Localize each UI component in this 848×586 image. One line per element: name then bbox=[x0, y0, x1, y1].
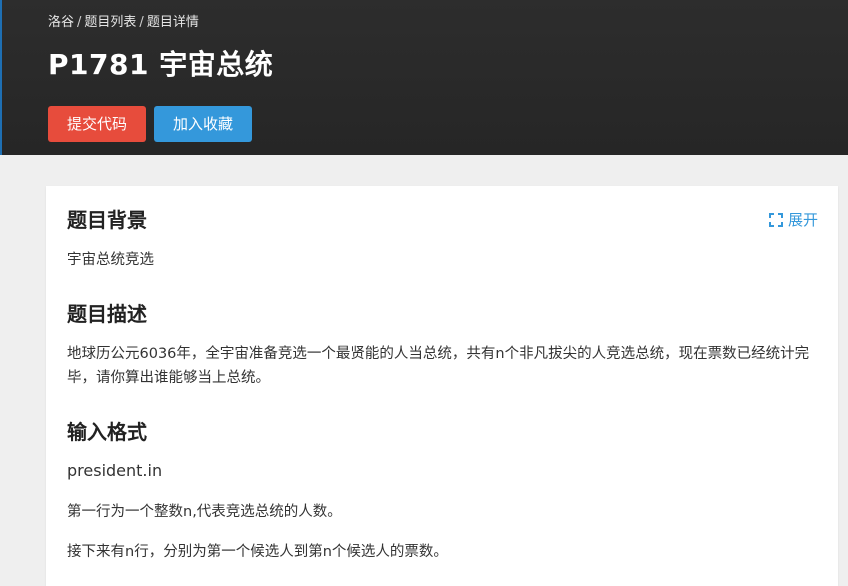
section-heading-background: 题目背景 bbox=[67, 208, 147, 232]
input-file-name: president.in bbox=[67, 461, 163, 480]
expand-button[interactable]: 展开 bbox=[768, 210, 818, 230]
breadcrumb-problem-list-link[interactable]: 题目列表 bbox=[84, 15, 136, 30]
breadcrumb: 洛谷 / 题目列表 / 题目详情 bbox=[48, 14, 199, 32]
submit-code-button[interactable]: 提交代码 bbox=[48, 106, 146, 142]
expand-icon bbox=[768, 213, 783, 227]
section-heading-input-format: 输入格式 bbox=[67, 420, 147, 444]
section-heading-description: 题目描述 bbox=[67, 302, 147, 326]
page-header: 洛谷 / 题目列表 / 题目详情 P1781 宇宙总统 提交代码 加入收藏 bbox=[0, 0, 848, 155]
breadcrumb-separator: / bbox=[139, 15, 144, 30]
description-text: 地球历公元6036年，全宇宙准备竞选一个最贤能的人当总统，共有n个非凡拔尖的人竞… bbox=[67, 346, 810, 386]
breadcrumb-home-link[interactable]: 洛谷 bbox=[48, 15, 74, 30]
background-text: 宇宙总统竞选 bbox=[67, 252, 154, 268]
expand-label: 展开 bbox=[787, 211, 818, 229]
add-favorite-button[interactable]: 加入收藏 bbox=[154, 106, 252, 142]
breadcrumb-current: 题目详情 bbox=[146, 15, 199, 30]
input-format-line-2: 接下来有n行，分别为第一个候选人到第n个候选人的票数。 bbox=[67, 544, 448, 560]
page-title: P1781 宇宙总统 bbox=[48, 48, 274, 81]
input-format-line-1: 第一行为一个整数n,代表竞选总统的人数。 bbox=[67, 504, 342, 520]
problem-content-card: 展开 题目背景 宇宙总统竞选 题目描述 地球历公元6036年，全宇宙准备竞选一个… bbox=[46, 186, 838, 586]
breadcrumb-separator: / bbox=[77, 15, 82, 30]
